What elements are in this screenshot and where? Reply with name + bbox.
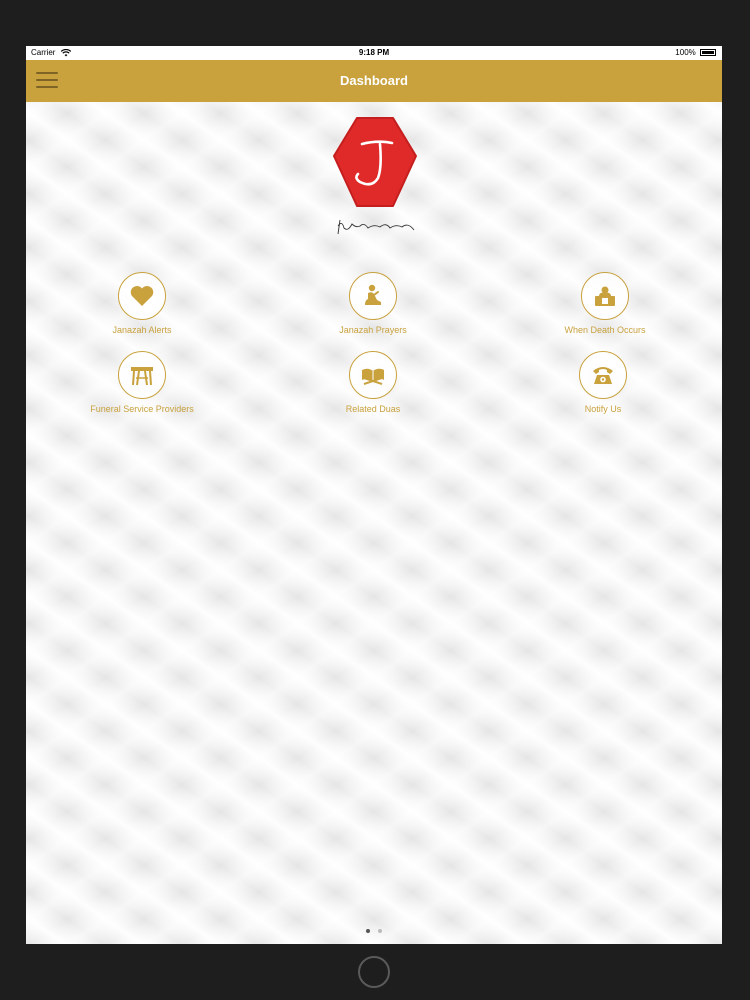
- battery-percentage: 100%: [675, 48, 696, 57]
- menu-item-label: Notify Us: [584, 404, 622, 414]
- heart-icon: [130, 286, 154, 306]
- bier-icon: [131, 367, 153, 386]
- app-logo: [330, 116, 420, 241]
- page-indicator[interactable]: [26, 920, 722, 938]
- status-bar: Carrier 9:18 PM 100%: [26, 46, 722, 60]
- battery-icon: [700, 49, 716, 57]
- menu-item-janazah-alerts[interactable]: Janazah Alerts: [57, 272, 227, 335]
- page-title: Dashboard: [340, 73, 408, 88]
- menu-item-funeral-service-providers[interactable]: Funeral Service Providers: [57, 351, 227, 414]
- logo-hexagon-icon: [333, 117, 417, 235]
- menu-item-label: Related Duas: [345, 404, 401, 414]
- page-dot[interactable]: [378, 929, 383, 933]
- menu-item-label: Janazah Alerts: [112, 325, 172, 335]
- menu-item-label: Funeral Service Providers: [90, 404, 194, 414]
- page-dot-active[interactable]: [365, 929, 370, 933]
- home-button[interactable]: [358, 956, 390, 988]
- menu-item-janazah-prayers[interactable]: Janazah Prayers: [288, 272, 458, 335]
- quran-stand-icon: [362, 368, 384, 385]
- navigation-bar: Dashboard: [26, 60, 722, 102]
- menu-item-when-death-occurs[interactable]: When Death Occurs: [520, 272, 690, 335]
- praying-person-icon: [365, 284, 381, 305]
- menu-item-label: When Death Occurs: [564, 325, 646, 335]
- app-screen: Carrier 9:18 PM 100% Dashboard Janazah A…: [26, 46, 722, 944]
- person-box-icon: [595, 286, 615, 306]
- menu-item-related-duas[interactable]: Related Duas: [288, 351, 458, 414]
- telephone-icon: [593, 367, 613, 384]
- menu-item-label: Janazah Prayers: [339, 325, 407, 335]
- menu-item-notify-us[interactable]: Notify Us: [518, 351, 688, 414]
- status-time: 9:18 PM: [358, 48, 390, 57]
- tablet-frame: Carrier 9:18 PM 100% Dashboard Janazah A…: [0, 0, 750, 1000]
